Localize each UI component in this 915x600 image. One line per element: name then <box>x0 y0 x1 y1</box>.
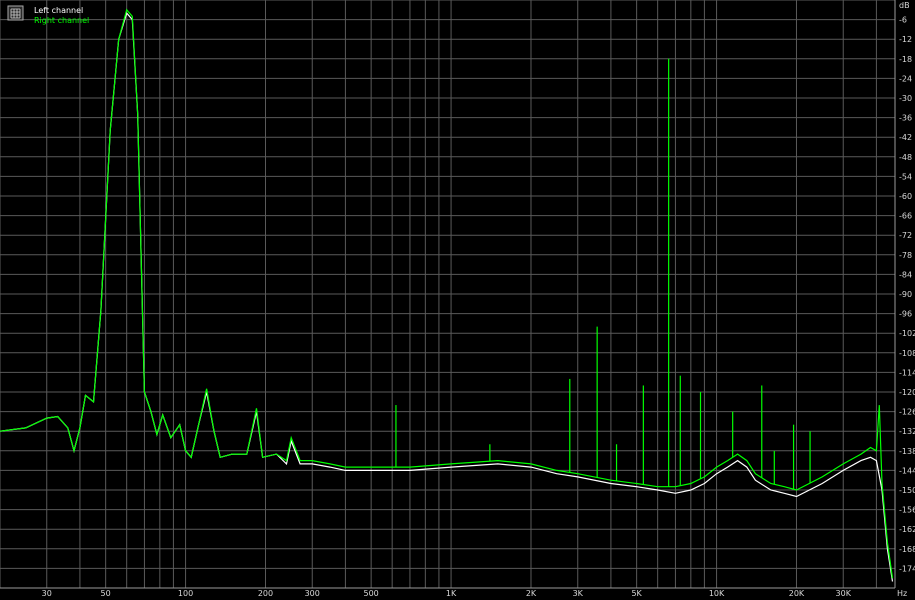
y-tick-label: -102 <box>899 329 915 338</box>
y-tick-label: -18 <box>899 55 912 64</box>
y-tick-label: -60 <box>899 192 912 201</box>
x-tick-label: 100 <box>178 589 193 598</box>
y-tick-label: -174 <box>899 564 915 573</box>
legend-left-channel: Left channel <box>34 6 83 15</box>
x-tick-label: 300 <box>305 589 320 598</box>
x-tick-label: 30 <box>42 589 52 598</box>
y-tick-label: -96 <box>899 310 912 319</box>
y-tick-label: -30 <box>899 94 912 103</box>
y-tick-label: -90 <box>899 290 912 299</box>
y-tick-label: -78 <box>899 251 912 260</box>
x-tick-label: 10K <box>709 589 725 598</box>
y-tick-label: -162 <box>899 525 915 534</box>
grid-icon[interactable] <box>7 5 24 21</box>
y-tick-label: -12 <box>899 35 912 44</box>
y-tick-label: -138 <box>899 447 915 456</box>
x-tick-label: 50 <box>101 589 111 598</box>
y-tick-label: -42 <box>899 133 912 142</box>
y-tick-label: -114 <box>899 368 915 377</box>
y-tick-label: -108 <box>899 349 915 358</box>
y-tick-label: -84 <box>899 270 912 279</box>
y-tick-label: -36 <box>899 114 912 123</box>
y-tick-label: -54 <box>899 172 912 181</box>
y-tick-label: -66 <box>899 212 912 221</box>
x-tick-label: 1K <box>446 589 457 598</box>
y-tick-label: -126 <box>899 408 915 417</box>
y-tick-label: -6 <box>899 16 907 25</box>
y-tick-label: -120 <box>899 388 915 397</box>
y-tick-label: -150 <box>899 486 915 495</box>
y-tick-label: -168 <box>899 545 915 554</box>
y-tick-label: -132 <box>899 427 915 436</box>
legend-right-channel: Right channel <box>34 16 89 25</box>
x-axis-unit: Hz <box>897 589 907 598</box>
x-tick-label: 30K <box>836 589 852 598</box>
y-tick-label: -48 <box>899 153 912 162</box>
x-tick-label: 3K <box>573 589 584 598</box>
y-axis-unit: dB <box>899 1 910 10</box>
x-tick-label: 20K <box>789 589 805 598</box>
x-tick-label: 2K <box>526 589 537 598</box>
y-tick-label: -24 <box>899 74 912 83</box>
x-tick-label: 500 <box>364 589 379 598</box>
y-tick-label: -156 <box>899 506 915 515</box>
x-tick-label: 5K <box>631 589 642 598</box>
y-tick-label: -72 <box>899 231 912 240</box>
spectrum-chart: 30 50 100 200 300 500 1K 2K 3K 5K 10K 20K 30K -6 -12 -… <box>0 0 915 600</box>
y-tick-label: -144 <box>899 466 915 475</box>
x-tick-label: 200 <box>258 589 273 598</box>
